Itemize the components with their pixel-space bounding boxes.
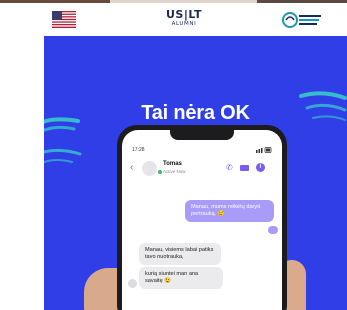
status-time: 17:28 [132, 147, 145, 153]
info-icon[interactable]: i [256, 163, 265, 172]
logo-sub-text: ALUMNI [171, 21, 197, 27]
partner-logo[interactable] [282, 9, 324, 31]
video-camera-icon[interactable] [240, 165, 249, 171]
poster-headline: Tai nėra OK [141, 102, 250, 124]
site-header: US|LT ALUMNI [0, 3, 347, 36]
brush-stroke-decoration [44, 148, 82, 163]
incoming-message[interactable]: kurią siuntei man ana savaitę 😉 [139, 267, 223, 289]
contact-name[interactable]: Tomas [163, 161, 182, 167]
chevron-left-icon[interactable]: ‹ [130, 163, 133, 173]
status-bar: 17:28 [132, 147, 272, 156]
outgoing-message-reaction [268, 226, 278, 234]
signal-battery-icon [256, 147, 272, 155]
phone-icon[interactable]: ✆ [226, 164, 233, 172]
sender-avatar [128, 279, 137, 288]
incoming-message[interactable]: Manau, visiems labai patiks tavo nuotrau… [139, 243, 221, 265]
phone-screen: 17:28 ‹ Tomas Active Now ✆ i Manau, mums… [122, 130, 282, 310]
contact-avatar[interactable] [142, 161, 157, 176]
phone-mockup: 17:28 ‹ Tomas Active Now ✆ i Manau, mums… [117, 125, 287, 310]
online-indicator [158, 170, 162, 174]
phone-notch [170, 130, 234, 140]
outgoing-message[interactable]: Manau, mums reikėtų daryti pertrauką. 😢 [185, 200, 274, 222]
page: US|LT ALUMNI Tai nėra OK 17:28 ‹ Tomas A… [0, 0, 347, 310]
campaign-poster: Tai nėra OK 17:28 ‹ Tomas Active Now ✆ i… [44, 36, 347, 310]
us-lt-alumni-logo[interactable]: US|LT ALUMNI [166, 9, 202, 28]
contact-status: Active Now [163, 169, 186, 174]
chat-header: ‹ Tomas Active Now ✆ i [122, 158, 282, 182]
logo-main-text: US|LT [166, 8, 203, 21]
us-flag-icon[interactable] [52, 11, 76, 28]
